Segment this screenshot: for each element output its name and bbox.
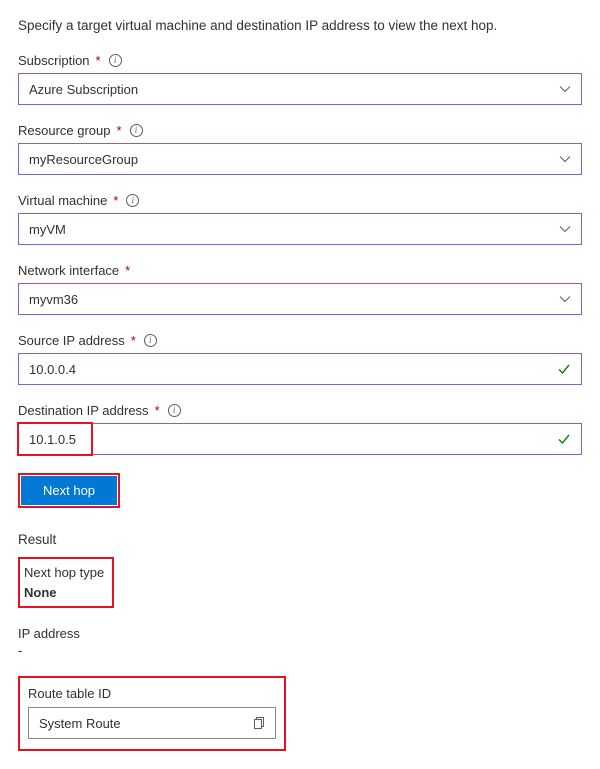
required-mark: * (96, 53, 101, 68)
ip-address-value: - (18, 643, 582, 658)
destination-ip-input[interactable]: 10.1.0.5 (18, 423, 582, 455)
source-ip-input[interactable]: 10.0.0.4 (18, 353, 582, 385)
destination-ip-value: 10.1.0.5 (29, 432, 76, 447)
copy-icon[interactable] (253, 716, 267, 730)
network-interface-select[interactable]: myvm36 (18, 283, 582, 315)
network-interface-value: myvm36 (29, 292, 78, 307)
route-table-id-label: Route table ID (28, 686, 276, 701)
route-table-id-box[interactable]: System Route (28, 707, 276, 739)
checkmark-icon (557, 432, 571, 446)
resource-group-value: myResourceGroup (29, 152, 138, 167)
result-heading: Result (18, 532, 582, 547)
chevron-down-icon (559, 293, 571, 305)
field-virtual-machine: Virtual machine * i myVM (18, 193, 582, 245)
result-ip-address: IP address - (18, 626, 582, 658)
virtual-machine-value: myVM (29, 222, 66, 237)
info-icon[interactable]: i (168, 404, 181, 417)
chevron-down-icon (559, 223, 571, 235)
info-icon[interactable]: i (130, 124, 143, 137)
intro-text: Specify a target virtual machine and des… (18, 18, 582, 33)
info-icon[interactable]: i (126, 194, 139, 207)
chevron-down-icon (559, 153, 571, 165)
field-destination-ip: Destination IP address * i 10.1.0.5 (18, 403, 582, 455)
chevron-down-icon (559, 83, 571, 95)
subscription-select[interactable]: Azure Subscription (18, 73, 582, 105)
field-subscription: Subscription * i Azure Subscription (18, 53, 582, 105)
subscription-value: Azure Subscription (29, 82, 138, 97)
virtual-machine-select[interactable]: myVM (18, 213, 582, 245)
highlight-box: Next hop (18, 473, 120, 508)
resource-group-label: Resource group (18, 123, 111, 138)
field-resource-group: Resource group * i myResourceGroup (18, 123, 582, 175)
virtual-machine-label: Virtual machine (18, 193, 107, 208)
highlight-box: Next hop type None (18, 557, 114, 608)
required-mark: * (131, 333, 136, 348)
field-source-ip: Source IP address * i 10.0.0.4 (18, 333, 582, 385)
button-row: Next hop (18, 473, 582, 508)
destination-ip-label: Destination IP address (18, 403, 149, 418)
ip-address-label: IP address (18, 626, 582, 641)
info-icon[interactable]: i (144, 334, 157, 347)
source-ip-label: Source IP address (18, 333, 125, 348)
required-mark: * (155, 403, 160, 418)
resource-group-select[interactable]: myResourceGroup (18, 143, 582, 175)
info-icon[interactable]: i (109, 54, 122, 67)
route-table-id-value: System Route (39, 716, 121, 731)
source-ip-value: 10.0.0.4 (29, 362, 76, 377)
network-interface-label: Network interface (18, 263, 119, 278)
next-hop-button[interactable]: Next hop (21, 476, 117, 505)
field-network-interface: Network interface * myvm36 (18, 263, 582, 315)
required-mark: * (113, 193, 118, 208)
checkmark-icon (557, 362, 571, 376)
required-mark: * (117, 123, 122, 138)
subscription-label: Subscription (18, 53, 90, 68)
next-hop-type-value: None (24, 585, 57, 600)
result-next-hop-type: Next hop type None (18, 557, 582, 608)
next-hop-type-label: Next hop type (24, 565, 104, 580)
required-mark: * (125, 263, 130, 278)
